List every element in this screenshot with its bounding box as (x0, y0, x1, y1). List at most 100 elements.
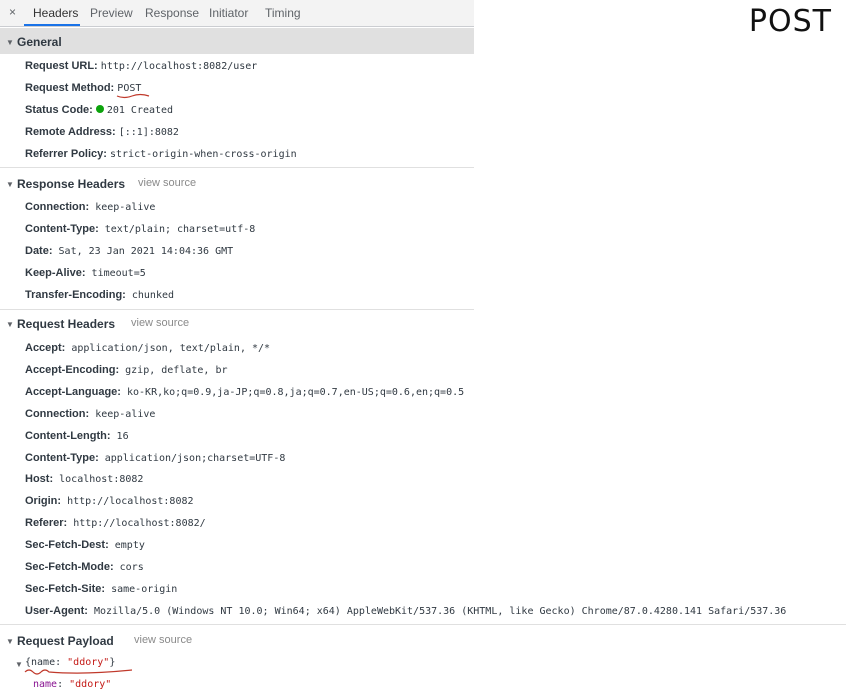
header-key: Remote Address: (25, 126, 116, 138)
header-key: Transfer-Encoding: (25, 289, 126, 301)
request-header-row: Accept-Language: ko-KR,ko;q=0.9,ja-JP;q=… (25, 385, 464, 400)
tab-headers[interactable]: Headers (33, 6, 78, 20)
header-key: Accept-Encoding: (25, 363, 120, 376)
request-header-row: Content-Type: application/json;charset=U… (25, 451, 285, 466)
general-referrer-policy: Referrer Policy: strict-origin-when-cros… (25, 147, 297, 162)
status-ok-dot-icon (95, 105, 104, 113)
response-header-row: Content-Type: text/plain; charset=utf-8 (25, 222, 255, 237)
triangle-down-icon[interactable]: ▼ (15, 660, 23, 669)
triangle-down-icon: ▼ (6, 38, 14, 47)
request-header-row: Content-Length: 16 (25, 429, 129, 444)
header-value: application/json;charset=UTF-8 (98, 452, 286, 464)
payload-property-key: name (33, 679, 58, 690)
header-value: keep-alive (89, 202, 156, 213)
header-value: http://localhost:8082/ (67, 518, 206, 530)
header-value: timeout=5 (85, 268, 146, 279)
devtools-headers-panel: × Headers Preview Response Initiator Tim… (0, 0, 846, 699)
general-request-url: Request URL: http://localhost:8082/user (25, 59, 257, 74)
request-header-row: User-Agent: Mozilla/5.0 (Windows NT 10.0… (25, 604, 786, 619)
request-header-row: Host: localhost:8082 (25, 472, 143, 487)
request-header-row: Accept-Encoding: gzip, deflate, br (25, 363, 228, 378)
header-value: ko-KR,ko;q=0.9,ja-JP;q=0.8,ja;q=0.7,en-U… (120, 386, 465, 398)
header-value: 16 (110, 430, 129, 442)
tab-timing[interactable]: Timing (265, 6, 301, 20)
section-general-header[interactable]: ▼ General (0, 28, 474, 54)
general-status-code: Status Code: 201 Created (25, 103, 173, 118)
request-header-row: Connection: keep-alive (25, 407, 155, 422)
header-key: Content-Type: (25, 223, 99, 235)
request-header-row: Accept: application/json, text/plain, */… (25, 341, 270, 356)
tab-response[interactable]: Response (145, 6, 199, 20)
payload-summary-value: "ddory" (67, 657, 110, 668)
section-divider (0, 309, 474, 310)
header-value: empty (108, 540, 145, 552)
header-value: strict-origin-when-cross-origin (110, 149, 297, 160)
view-source-link[interactable]: view source (134, 634, 192, 646)
section-title: Response Headers (17, 177, 126, 191)
triangle-down-icon: ▼ (6, 637, 14, 646)
header-value: chunked (125, 290, 175, 301)
response-header-row: Connection: keep-alive (25, 200, 155, 215)
header-value: gzip, deflate, br (119, 364, 228, 376)
section-title: Request Payload (17, 634, 114, 648)
close-icon[interactable]: × (9, 5, 16, 19)
header-key: Sec-Fetch-Mode: (25, 561, 114, 573)
handwritten-post-annotation: POST (748, 4, 832, 39)
section-request-payload-header[interactable]: ▼ Request Payload view source (0, 634, 474, 648)
section-divider (0, 167, 474, 168)
view-source-link[interactable]: view source (138, 177, 196, 189)
header-key: Referer: (25, 517, 68, 530)
header-key: Connection: (25, 407, 90, 420)
triangle-down-icon: ▼ (6, 180, 14, 189)
header-key: Content-Length: (25, 429, 111, 442)
header-key: Accept: (25, 342, 66, 354)
header-key: Origin: (25, 495, 62, 508)
tab-initiator[interactable]: Initiator (209, 6, 248, 20)
payload-property-value: "ddory" (69, 679, 112, 690)
payload-summary-close: } (109, 657, 116, 668)
request-header-row: Sec-Fetch-Site: same-origin (25, 582, 177, 597)
triangle-down-icon: ▼ (6, 320, 14, 329)
header-value: keep-alive (89, 408, 156, 420)
section-request-headers-header[interactable]: ▼ Request Headers view source (0, 317, 474, 331)
header-key: Host: (25, 473, 54, 486)
section-divider (0, 624, 846, 625)
header-value: Sat, 23 Jan 2021 14:04:36 GMT (52, 246, 234, 257)
header-value: 201 Created (106, 105, 174, 116)
section-title: Request Headers (17, 317, 116, 331)
tab-preview[interactable]: Preview (90, 6, 133, 20)
header-key: Date: (25, 245, 53, 257)
header-value: [::1]:8082 (118, 127, 179, 138)
header-value: localhost:8082 (53, 474, 144, 486)
general-remote-address: Remote Address: [::1]:8082 (25, 125, 179, 140)
header-key: User-Agent: (25, 604, 88, 617)
response-header-row: Keep-Alive: timeout=5 (25, 266, 146, 281)
response-header-row: Transfer-Encoding: chunked (25, 288, 174, 303)
section-title: General (17, 35, 62, 49)
payload-summary-open: {name: (25, 657, 68, 668)
payload-property-separator: : (57, 679, 70, 690)
payload-property-row: name: "ddory" (33, 679, 111, 690)
view-source-link[interactable]: view source (131, 317, 189, 329)
request-header-row: Origin: http://localhost:8082 (25, 494, 194, 509)
request-header-row: Referer: http://localhost:8082/ (25, 516, 206, 531)
red-underline-method (116, 93, 150, 99)
header-key: Keep-Alive: (25, 267, 86, 279)
header-value: http://localhost:8082 (61, 496, 194, 508)
header-value: application/json, text/plain, */* (65, 343, 271, 354)
header-key: Sec-Fetch-Dest: (25, 539, 109, 552)
header-value: same-origin (105, 583, 178, 595)
red-underline-payload (24, 669, 133, 675)
header-key: Connection: (25, 201, 90, 213)
header-value: text/plain; charset=utf-8 (98, 224, 256, 235)
active-tab-indicator (24, 24, 80, 26)
header-value: cors (113, 562, 144, 573)
header-key: Request Method: (25, 82, 115, 94)
response-header-row: Date: Sat, 23 Jan 2021 14:04:36 GMT (25, 244, 233, 259)
request-header-row: Sec-Fetch-Dest: empty (25, 538, 145, 553)
tab-bar: × Headers Preview Response Initiator Tim… (0, 0, 474, 27)
payload-object-summary[interactable]: {name: "ddory"} (25, 657, 115, 668)
header-value: Mozilla/5.0 (Windows NT 10.0; Win64; x64… (87, 605, 787, 617)
header-key: Referrer Policy: (25, 148, 107, 160)
section-response-headers-header[interactable]: ▼ Response Headers view source (0, 177, 474, 191)
